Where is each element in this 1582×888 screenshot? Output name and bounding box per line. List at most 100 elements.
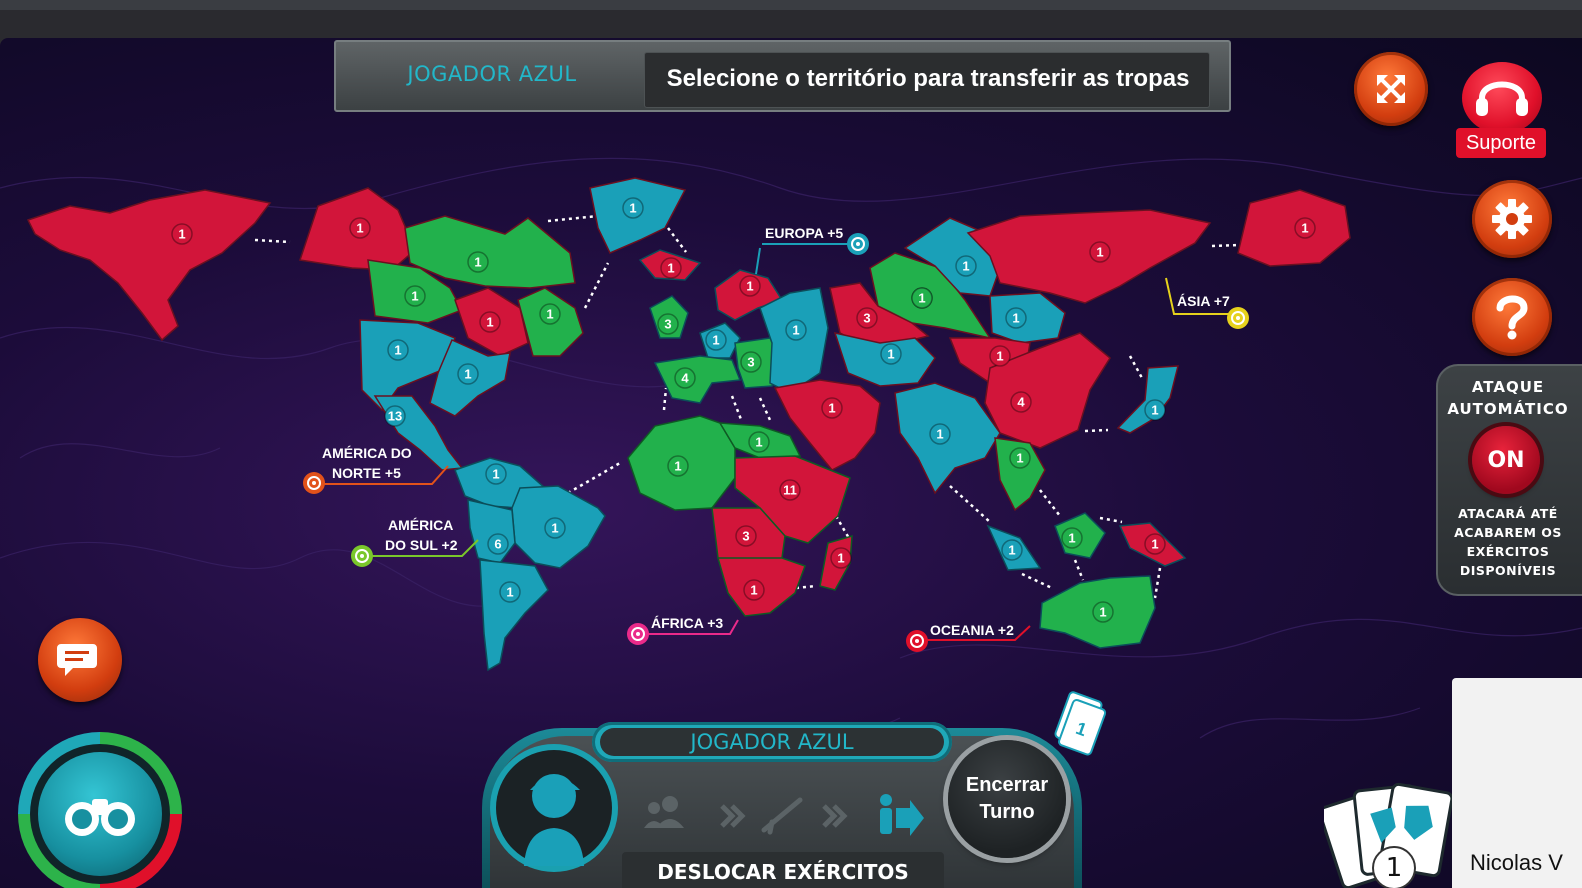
oceania (986, 512, 1187, 649)
gear-icon (1492, 199, 1532, 239)
support-label[interactable]: Suporte (1456, 128, 1546, 158)
army-count: 1 (996, 349, 1003, 364)
army-count: 1 (792, 323, 799, 338)
territory-argentina[interactable] (479, 559, 549, 672)
army-count: 1 (486, 315, 493, 330)
army-count: 1 (755, 435, 762, 450)
army-count: 1 (546, 307, 553, 322)
territory-mongolia[interactable] (989, 292, 1066, 344)
instruction-text: Selecione o território para transferir a… (666, 65, 1190, 92)
soldier-silhouette-icon (524, 774, 584, 866)
auto-attack-desc-line2: ACABAREM OS (1454, 525, 1562, 540)
auto-attack-desc-line1: ATACARÁ ATÉ (1458, 506, 1558, 521)
north-america-target-icon[interactable] (303, 472, 325, 494)
army-count: 4 (1017, 395, 1025, 410)
army-count: 1 (918, 291, 925, 306)
army-count: 6 (494, 537, 501, 552)
troops-icon (644, 796, 684, 828)
army-count: 1 (1008, 543, 1015, 558)
auto-attack-toggle[interactable]: ON (1472, 426, 1540, 494)
territory-japan[interactable] (1116, 365, 1179, 434)
game-area: AMÉRICA DO NORTE +5 AMÉRICA DO SUL +2 EU… (0, 38, 1582, 888)
oceania-target-icon[interactable] (906, 630, 928, 652)
army-count: 1 (962, 259, 969, 274)
move-troops-icon (880, 794, 924, 836)
binoculars-button[interactable] (38, 752, 162, 876)
auto-attack-description: ATACARÁ ATÉ ACABAREM OS EXÉRCITOS DISPON… (1438, 504, 1578, 580)
army-count: 1 (1151, 403, 1158, 418)
auto-attack-panel: ATAQUE AUTOMÁTICO ON ATACARÁ ATÉ ACABARE… (1436, 364, 1582, 596)
europe-target-icon[interactable] (847, 233, 869, 255)
army-count: 3 (747, 355, 754, 370)
auto-attack-desc-line3: EXÉRCITOS (1466, 544, 1550, 559)
south-america-target-icon[interactable] (351, 545, 373, 567)
chat-button[interactable] (38, 618, 122, 702)
oceania-label: OCEANIA +2 (930, 622, 1014, 638)
army-count: 1 (178, 227, 185, 242)
end-turn-label-2: Turno (979, 801, 1035, 823)
end-turn-label-1: Encerrar (965, 774, 1049, 796)
north-america-label-1: AMÉRICA DO (322, 445, 412, 461)
south-america (454, 457, 606, 672)
help-button[interactable] (1472, 278, 1552, 356)
cards-count-badge: 1 (1372, 846, 1416, 888)
player-name-bar: JOGADOR AZUL (592, 722, 952, 762)
auto-attack-title-line2: AUTOMÁTICO (1447, 400, 1569, 418)
army-count: 1 (1301, 221, 1308, 236)
cards-indicator[interactable]: 1 (1046, 688, 1112, 760)
user-name: Nicolas V (1470, 850, 1563, 875)
binoculars-icon (65, 799, 135, 836)
army-count: 1 (1068, 531, 1075, 546)
rifle-icon (761, 797, 803, 835)
army-count: 1 (1151, 537, 1158, 552)
army-count: 1 (667, 261, 674, 276)
army-count: 3 (742, 529, 749, 544)
army-count: 3 (664, 317, 671, 332)
army-count: 1 (674, 459, 681, 474)
territory-peru[interactable] (467, 499, 516, 564)
auto-attack-title-line1: ATAQUE (1471, 378, 1545, 396)
asia-target-icon[interactable] (1227, 307, 1249, 329)
africa-target-icon[interactable] (627, 623, 649, 645)
army-count: 1 (1096, 245, 1103, 260)
fullscreen-button[interactable] (1354, 52, 1428, 126)
europe-label: EUROPA +5 (765, 225, 843, 241)
chevron-icon (720, 804, 746, 828)
support-button[interactable] (1462, 62, 1542, 134)
army-count: 1 (506, 585, 513, 600)
army-count: 1 (746, 279, 753, 294)
south-america-label-1: AMÉRICA (388, 517, 453, 533)
army-count: 1 (551, 521, 558, 536)
army-count: 1 (1099, 605, 1106, 620)
army-count: 1 (629, 201, 636, 216)
army-count: 1 (750, 583, 757, 598)
army-count: 1 (492, 467, 499, 482)
army-count: 13 (388, 409, 402, 424)
territory-alaska[interactable] (26, 189, 272, 342)
browser-top-strip (0, 0, 1582, 10)
expand-icon (1377, 75, 1405, 103)
settings-button[interactable] (1472, 180, 1552, 258)
auto-attack-title: ATAQUE AUTOMÁTICO (1438, 376, 1578, 420)
question-icon (1496, 295, 1528, 340)
phase-indicators (644, 794, 924, 836)
south-america-label-2: DO SUL +2 (385, 537, 458, 553)
africa-label: ÁFRICA +3 (651, 615, 723, 631)
territory-vladivostok[interactable] (1237, 189, 1351, 267)
army-count: 1 (837, 551, 844, 566)
turn-header: JOGADOR AZUL Selecione o território para… (334, 40, 1231, 112)
army-count: 1 (1012, 311, 1019, 326)
phase-label: DESLOCAR EXÉRCITOS (622, 852, 944, 888)
chevron-icon (822, 804, 848, 828)
header-player-name: JOGADOR AZUL (407, 62, 577, 86)
territory-portugal[interactable] (653, 355, 742, 404)
north-america-label-2: NORTE +5 (332, 465, 401, 481)
army-count: 1 (464, 367, 471, 382)
army-count: 3 (863, 311, 870, 326)
auto-attack-desc-line4: DISPONÍVEIS (1459, 563, 1557, 578)
territory-siberia[interactable] (966, 209, 1212, 304)
player-avatar (496, 750, 612, 866)
army-count: 1 (712, 333, 719, 348)
asia-label: ÁSIA +7 (1177, 293, 1230, 309)
player-name: JOGADOR AZUL (600, 728, 944, 756)
